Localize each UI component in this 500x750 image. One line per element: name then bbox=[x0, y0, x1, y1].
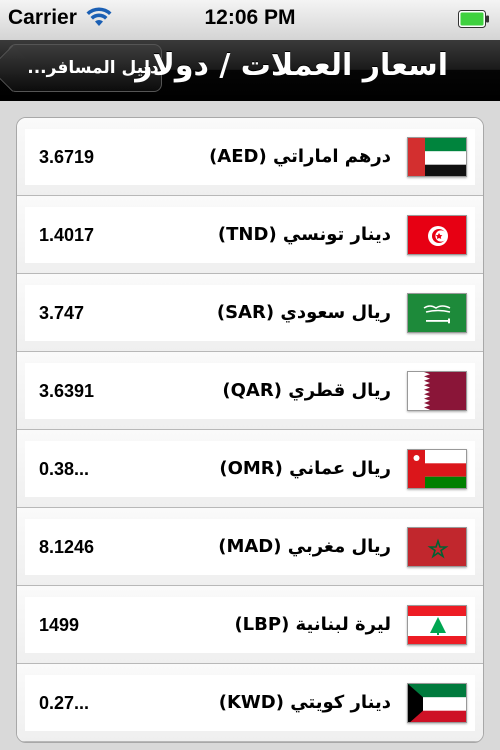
currency-rate: 1499 bbox=[39, 615, 80, 635]
list-item[interactable]: 8.1246 ريال مغربي (MAD) bbox=[17, 508, 483, 586]
currency-rate: 0.38... bbox=[39, 459, 90, 479]
back-button-label: دليل المسافر... bbox=[27, 58, 159, 78]
currency-rate: 3.747 bbox=[39, 303, 85, 323]
currency-rate: 8.1246 bbox=[39, 537, 95, 557]
currency-name: ريال سعودي (SAR) bbox=[216, 302, 391, 323]
currency-rate: 0.27... bbox=[39, 693, 90, 713]
currency-name: دينار تونسي (TND) bbox=[217, 224, 391, 245]
currency-name: ريال مغربي (MAD) bbox=[218, 536, 391, 557]
list-item[interactable]: 0.27... دينار كويتي (KWD) bbox=[17, 664, 483, 742]
lebanon-flag-icon bbox=[407, 605, 467, 645]
list-item[interactable]: 3.6391 ريال قطري (QAR) bbox=[17, 352, 483, 430]
list-item[interactable]: 1499 ليرة لبنانية (LBP) bbox=[17, 586, 483, 664]
currency-list: 3.6719 درهم اماراتي (AED) 1.4017 دينار ت… bbox=[16, 117, 484, 743]
page-title: اسعار العملات / دولار bbox=[135, 48, 448, 83]
morocco-flag-icon bbox=[407, 527, 467, 567]
currency-rate: 3.6719 bbox=[39, 147, 95, 167]
qatar-flag-icon bbox=[407, 371, 467, 411]
list-item[interactable]: 1.4017 دينار تونسي (TND) bbox=[17, 196, 483, 274]
currency-name: ليرة لبنانية (LBP) bbox=[234, 614, 391, 635]
list-item[interactable]: 3.6719 درهم اماراتي (AED) bbox=[17, 118, 483, 196]
currency-name: دينار كويتي (KWD) bbox=[218, 692, 391, 713]
uae-flag-icon bbox=[407, 137, 467, 177]
navigation-bar: دليل المسافر... اسعار العملات / دولار bbox=[0, 40, 500, 100]
status-bar: Carrier 12:06 PM bbox=[0, 0, 500, 40]
status-time: 12:06 PM bbox=[204, 6, 296, 29]
tunisia-flag-icon bbox=[407, 215, 467, 255]
oman-flag-icon bbox=[407, 449, 467, 489]
list-item[interactable]: 3.747 ريال سعودي (SAR) bbox=[17, 274, 483, 352]
currency-name: ريال عماني (OMR) bbox=[219, 458, 391, 479]
currency-rate: 3.6391 bbox=[39, 381, 95, 401]
saudi-flag-icon bbox=[407, 293, 467, 333]
content-area[interactable]: 3.6719 درهم اماراتي (AED) 1.4017 دينار ت… bbox=[0, 101, 500, 750]
battery-icon bbox=[458, 10, 489, 28]
currency-rate: 1.4017 bbox=[39, 225, 95, 245]
list-item[interactable]: 0.38... ريال عماني (OMR) bbox=[17, 430, 483, 508]
currency-name: ريال قطري (QAR) bbox=[222, 380, 391, 401]
kuwait-flag-icon bbox=[407, 683, 467, 723]
currency-name: درهم اماراتي (AED) bbox=[209, 146, 391, 167]
